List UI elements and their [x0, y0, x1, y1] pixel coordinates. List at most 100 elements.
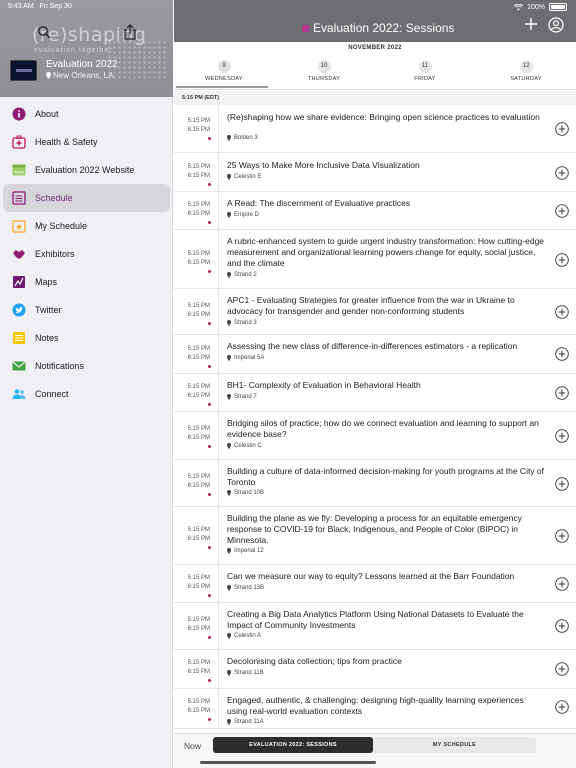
add-to-schedule-icon[interactable]: [555, 429, 569, 443]
selected-date-indicator: [176, 86, 268, 88]
location-pin-icon: [227, 490, 231, 496]
session-time: 5:15 PM 6:15 PM: [174, 412, 219, 459]
add-to-schedule-icon[interactable]: [555, 122, 569, 136]
add-to-schedule-icon[interactable]: [555, 662, 569, 676]
date-tab-thursday[interactable]: 10 THURSDAY: [294, 60, 354, 82]
add-to-schedule-icon[interactable]: [555, 386, 569, 400]
twitter-icon: [12, 303, 26, 317]
session-row[interactable]: 5:15 PM 6:15 PM A Read: The discernment …: [174, 192, 576, 230]
tab-my-schedule[interactable]: MY SCHEDULE: [373, 737, 536, 753]
search-icon[interactable]: [37, 25, 51, 39]
session-time: 5:15 PM 6:15 PM: [174, 374, 219, 411]
sidebar-item-exhibitors[interactable]: Exhibitors: [3, 240, 170, 268]
session-title: Creating a Big Data Analytics Platform U…: [227, 609, 524, 630]
session-title: A rubric-enhanced system to guide urgent…: [227, 236, 545, 268]
add-to-schedule-icon[interactable]: [555, 700, 569, 714]
add-to-schedule-icon[interactable]: [555, 477, 569, 491]
session-time: 5:15 PM 6:15 PM: [174, 230, 219, 288]
session-location: Strand 11A: [227, 719, 264, 725]
session-location: Imperial 5A: [227, 355, 264, 361]
calendar-badge-icon: [302, 24, 309, 32]
sidebar-item-about[interactable]: About: [3, 100, 170, 128]
add-icon[interactable]: [524, 17, 538, 31]
location-pin-icon: [227, 670, 231, 676]
sidebar-item-label: Twitter: [35, 305, 62, 315]
sidebar-item-label: Exhibitors: [35, 249, 75, 259]
mail-icon: [12, 359, 26, 373]
add-to-schedule-icon[interactable]: [555, 253, 569, 267]
day-number: 9: [217, 60, 231, 73]
now-button[interactable]: Now: [184, 741, 201, 751]
wifi-icon: [514, 3, 524, 10]
session-row[interactable]: 5:15 PM 6:15 PM Assessing the new class …: [174, 335, 576, 374]
add-to-schedule-icon[interactable]: [555, 166, 569, 180]
sidebar-item-notes[interactable]: Notes: [3, 324, 170, 352]
schedule-segmented-control: EVALUATION 2022: SESSIONS MY SCHEDULE: [213, 737, 536, 753]
time-section-header: 5:15 PM (EDT): [174, 91, 576, 105]
add-to-schedule-icon[interactable]: [555, 305, 569, 319]
tab-sessions[interactable]: EVALUATION 2022: SESSIONS: [213, 737, 373, 753]
session-time: 5:15 PM 6:15 PM: [174, 289, 219, 334]
session-list: 5:15 PM 6:15 PM (Re)shaping how we share…: [174, 105, 576, 733]
track-dot: [208, 546, 211, 549]
sidebar-item-connect[interactable]: Connect: [3, 380, 170, 408]
track-dot: [208, 322, 211, 325]
sidebar-item-my-schedule[interactable]: My Schedule: [3, 212, 170, 240]
share-icon[interactable]: [123, 24, 137, 40]
sidebar-item-twitter[interactable]: Twitter: [3, 296, 170, 324]
session-row[interactable]: 5:15 PM 6:15 PM Engaged, authentic, & ch…: [174, 689, 576, 729]
session-row[interactable]: 5:15 PM 6:15 PM Can we measure our way t…: [174, 565, 576, 603]
session-location: Celestin E: [227, 174, 261, 180]
sidebar-item-label: Schedule: [35, 193, 73, 203]
location-pin-icon: [227, 135, 231, 141]
location-pin-icon: [227, 174, 231, 180]
track-dot: [208, 365, 211, 368]
location-pin-icon: [227, 272, 231, 278]
add-to-schedule-icon[interactable]: [555, 577, 569, 591]
track-dot: [208, 636, 211, 639]
sidebar-item-label: Health & Safety: [35, 137, 98, 147]
add-to-schedule-icon[interactable]: [555, 529, 569, 543]
sidebar-item-label: Maps: [35, 277, 58, 287]
session-title: Can we measure our way to equity? Lesson…: [227, 571, 515, 581]
sidebar-item-label: My Schedule: [35, 221, 88, 231]
sidebar-item-notifications[interactable]: Notifications: [3, 352, 170, 380]
session-row[interactable]: 5:15 PM 6:15 PM Creating a Big Data Anal…: [174, 603, 576, 650]
session-row[interactable]: 5:15 PM 6:15 PM APC1 - Evaluating Strate…: [174, 289, 576, 335]
location-pin-icon: [227, 633, 231, 639]
session-time: 5:15 PM 6:15 PM: [174, 565, 219, 602]
track-dot: [208, 679, 211, 682]
session-row[interactable]: 5:15 PM 6:15 PM (Re)shaping how we share…: [174, 105, 576, 153]
session-row[interactable]: 5:15 PM 6:15 PM BH1- Complexity of Evalu…: [174, 374, 576, 412]
session-row[interactable]: 5:15 PM 6:15 PM Bridging silos of practi…: [174, 412, 576, 460]
session-title: Assessing the new class of difference-in…: [227, 341, 518, 351]
profile-icon[interactable]: [548, 17, 564, 33]
sidebar-nav: About Health & Safety www Evaluation 202…: [0, 100, 173, 408]
sidebar-item-website[interactable]: www Evaluation 2022 Website: [3, 156, 170, 184]
date-tab-saturday[interactable]: 12 SATURDAY: [496, 60, 556, 82]
session-row[interactable]: 5:15 PM 6:15 PM Building a culture of da…: [174, 460, 576, 507]
battery-icon: [549, 3, 567, 11]
date-tab-friday[interactable]: 11 FRIDAY: [395, 60, 455, 82]
session-row[interactable]: 5:15 PM 6:15 PM Decolonising data collec…: [174, 650, 576, 689]
sidebar-item-maps[interactable]: Maps: [3, 268, 170, 296]
date-tab-wednesday[interactable]: 9 WEDNESDAY: [194, 60, 254, 82]
sidebar-item-schedule[interactable]: Schedule: [3, 184, 170, 212]
add-to-schedule-icon[interactable]: [555, 619, 569, 633]
add-to-schedule-icon[interactable]: [555, 347, 569, 361]
session-location: Empire D: [227, 212, 259, 218]
session-time: 5:15 PM 6:15 PM: [174, 603, 219, 649]
session-time: 5:15 PM 6:15 PM: [174, 153, 219, 191]
add-to-schedule-icon[interactable]: [555, 204, 569, 218]
event-logo: [10, 60, 37, 81]
notes-icon: [12, 331, 26, 345]
session-row[interactable]: 5:15 PM 6:15 PM Building the plane as we…: [174, 507, 576, 565]
location-pin-icon: [227, 443, 231, 449]
sidebar-item-health-safety[interactable]: Health & Safety: [3, 128, 170, 156]
track-dot: [208, 403, 211, 406]
track-dot: [208, 445, 211, 448]
sidebar-item-label: Notifications: [35, 361, 85, 371]
session-title: BH1- Complexity of Evaluation in Behavio…: [227, 380, 421, 390]
session-row[interactable]: 5:15 PM 6:15 PM A rubric-enhanced system…: [174, 230, 576, 289]
session-row[interactable]: 5:15 PM 6:15 PM 25 Ways to Make More Inc…: [174, 153, 576, 192]
